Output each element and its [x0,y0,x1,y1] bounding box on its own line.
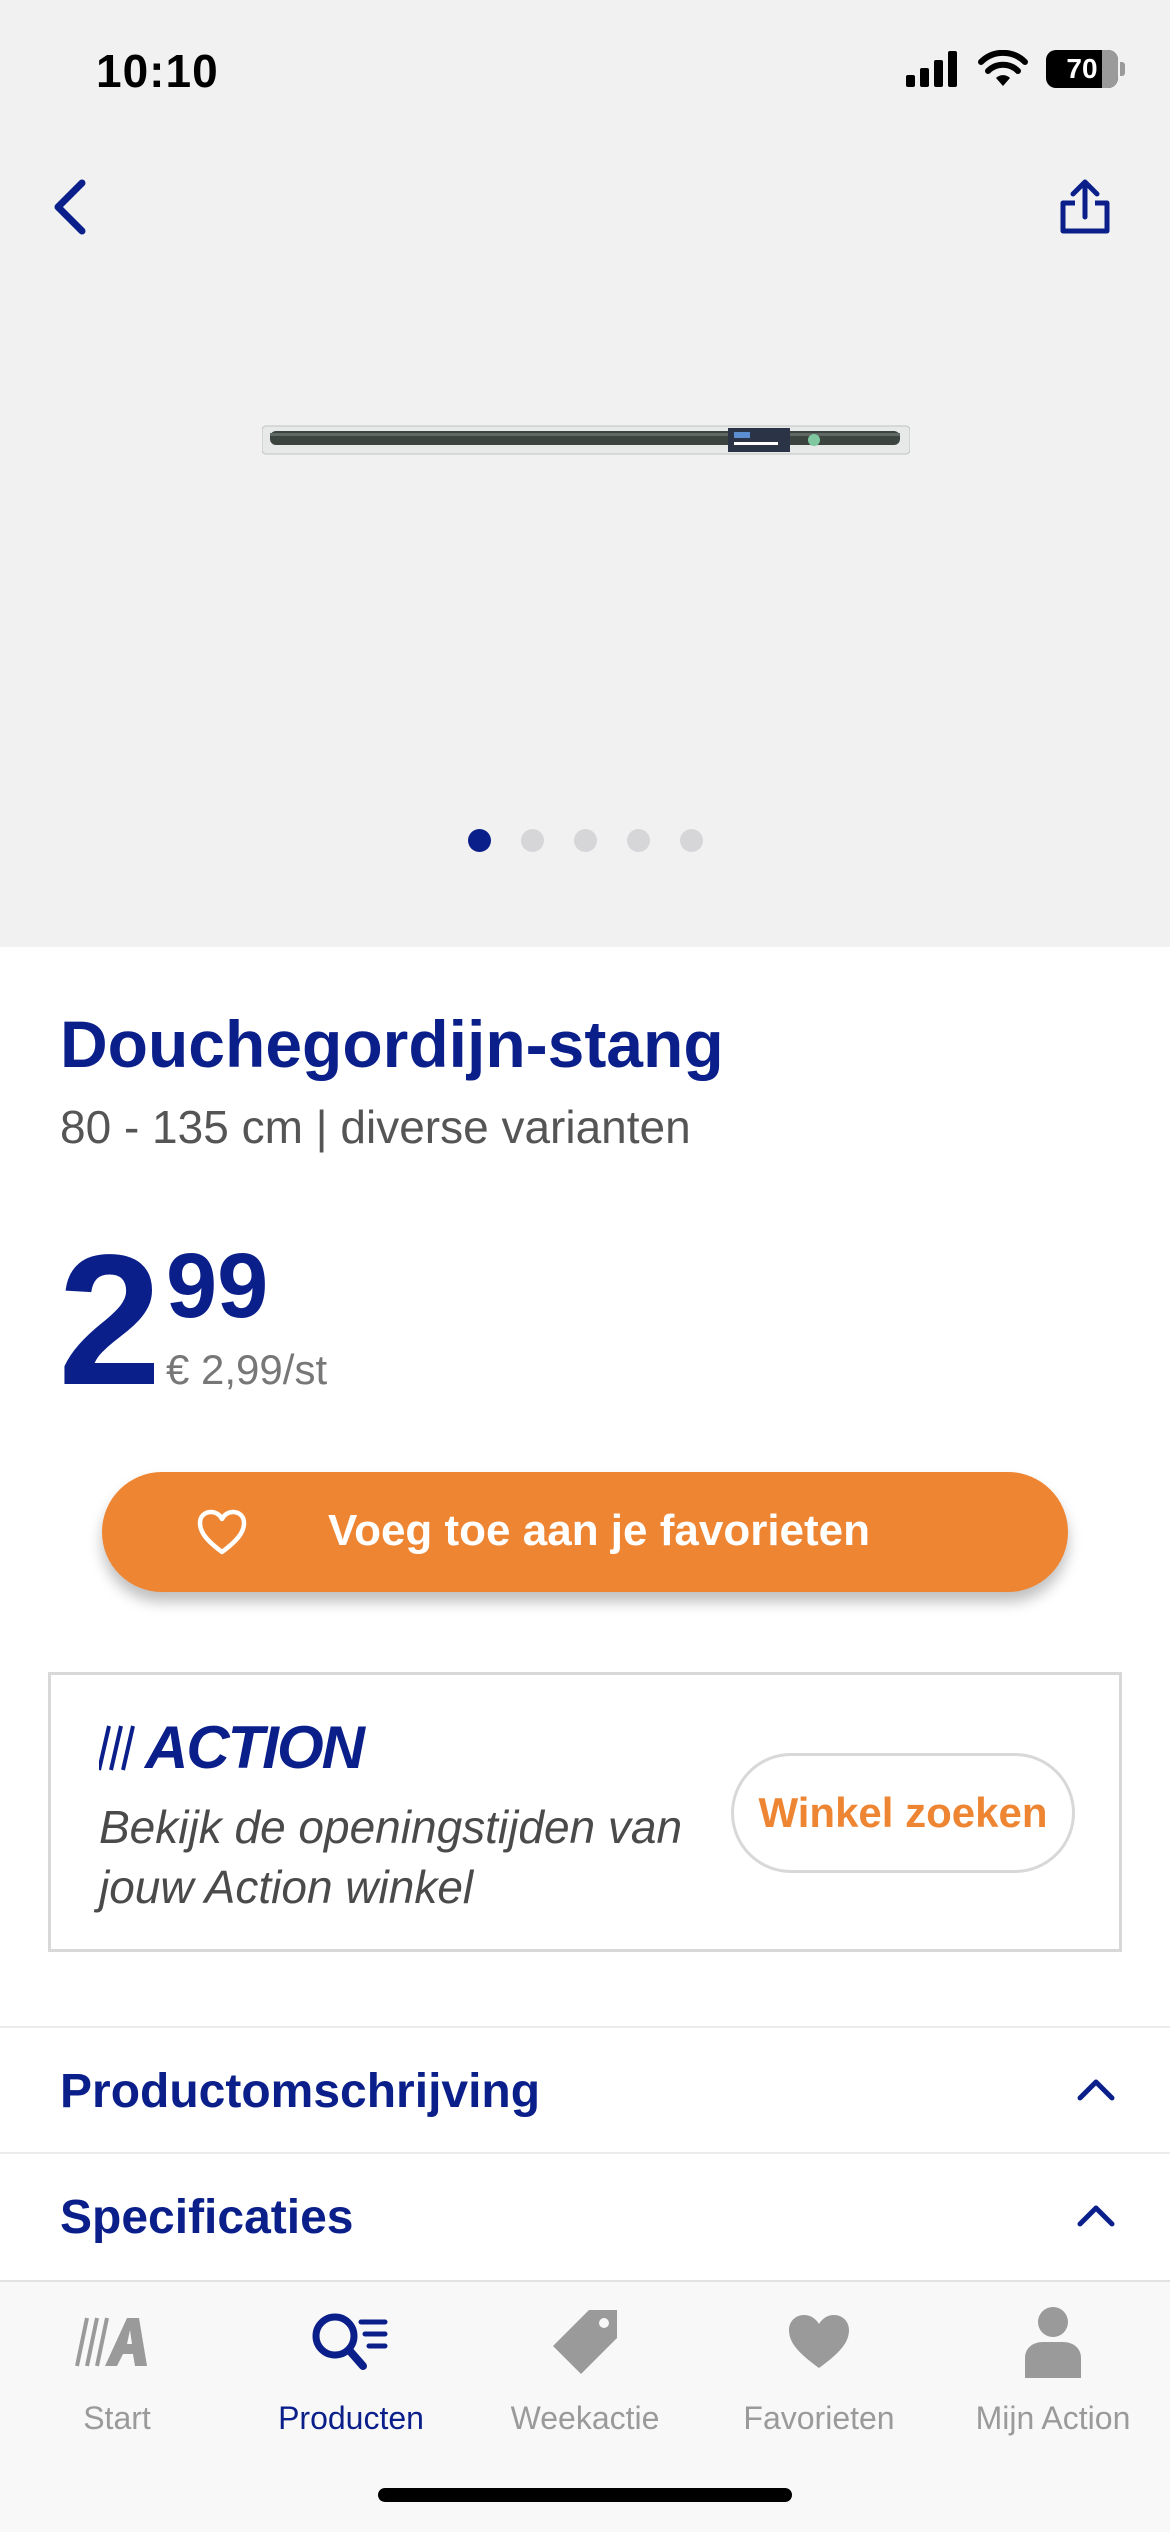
add-to-favorites-button[interactable]: Voeg toe aan je favorieten [102,1472,1068,1592]
price-whole: 2 [58,1217,161,1424]
tab-label: Favorieten [743,2400,895,2436]
heart-outline-icon [197,1509,247,1555]
product-photo-shower-rod [262,425,910,455]
back-button[interactable] [40,172,100,242]
product-subtitle: 80 - 135 cm | diverse varianten [60,1101,691,1153]
tab-weekactie[interactable]: Weekactie [468,2302,702,2437]
action-slashes-icon [99,1725,135,1770]
chevron-up-icon [1077,2205,1115,2227]
battery-icon: 70 [1046,50,1125,88]
product-title: Douchegordijn-stang [60,1007,724,1081]
battery-level: 70 [1066,53,1098,84]
store-hours-text: Bekijk de openingstijden van jouw Action… [99,1801,683,1913]
share-button[interactable] [1050,172,1120,242]
pagination-dot[interactable] [679,829,703,852]
tab-label: Mijn Action [975,2400,1131,2436]
action-logo-text: ACTION [145,1714,365,1781]
chevron-up-icon [1077,2079,1115,2101]
home-indicator[interactable] [378,2488,792,2502]
search-list-icon [312,2313,388,2370]
store-finder-card: ACTION Bekijk de openingstijden van jouw… [48,1672,1122,1952]
tab-producten[interactable]: Producten [234,2302,468,2437]
share-icon [1060,179,1110,234]
accordion-specifications[interactable]: Specificaties [0,2152,1170,2278]
pagination-dot-active[interactable] [467,829,491,852]
heart-icon [789,2315,849,2368]
add-to-favorites-label: Voeg toe aan je favorieten [328,1506,871,1555]
tab-label: Weekactie [510,2400,660,2436]
status-icons: 70 [906,50,1125,88]
pagination-dot[interactable] [520,829,544,852]
tab-label: Producten [278,2400,424,2436]
image-pagination[interactable] [0,829,1170,852]
tab-label: Start [83,2400,151,2436]
wifi-icon [978,50,1028,86]
find-store-button[interactable]: Winkel zoeken [731,1753,1075,1873]
accordion-product-description[interactable]: Productomschrijving [0,2026,1170,2152]
unit-price: € 2,99/st [166,1346,328,1393]
chevron-left-icon [54,179,86,235]
tab-start[interactable]: Start [0,2302,234,2437]
accordion-label: Specificaties [60,2191,354,2244]
tag-icon [553,2310,617,2374]
action-logo: ACTION [99,1713,365,1782]
tab-favorieten[interactable]: Favorieten [702,2302,936,2437]
product-image-gallery[interactable]: 10:10 70 [0,0,1170,947]
pagination-dot[interactable] [626,829,650,852]
price-cents: 99 [166,1235,269,1337]
action-logo-icon [75,2317,147,2367]
status-time: 10:10 [96,45,219,97]
accordion-label: Productomschrijving [60,2065,541,2118]
pagination-dot[interactable] [573,829,597,852]
user-icon [1025,2307,1081,2378]
tab-mijn-action[interactable]: Mijn Action [936,2302,1170,2437]
cellular-signal-icon [906,51,957,87]
